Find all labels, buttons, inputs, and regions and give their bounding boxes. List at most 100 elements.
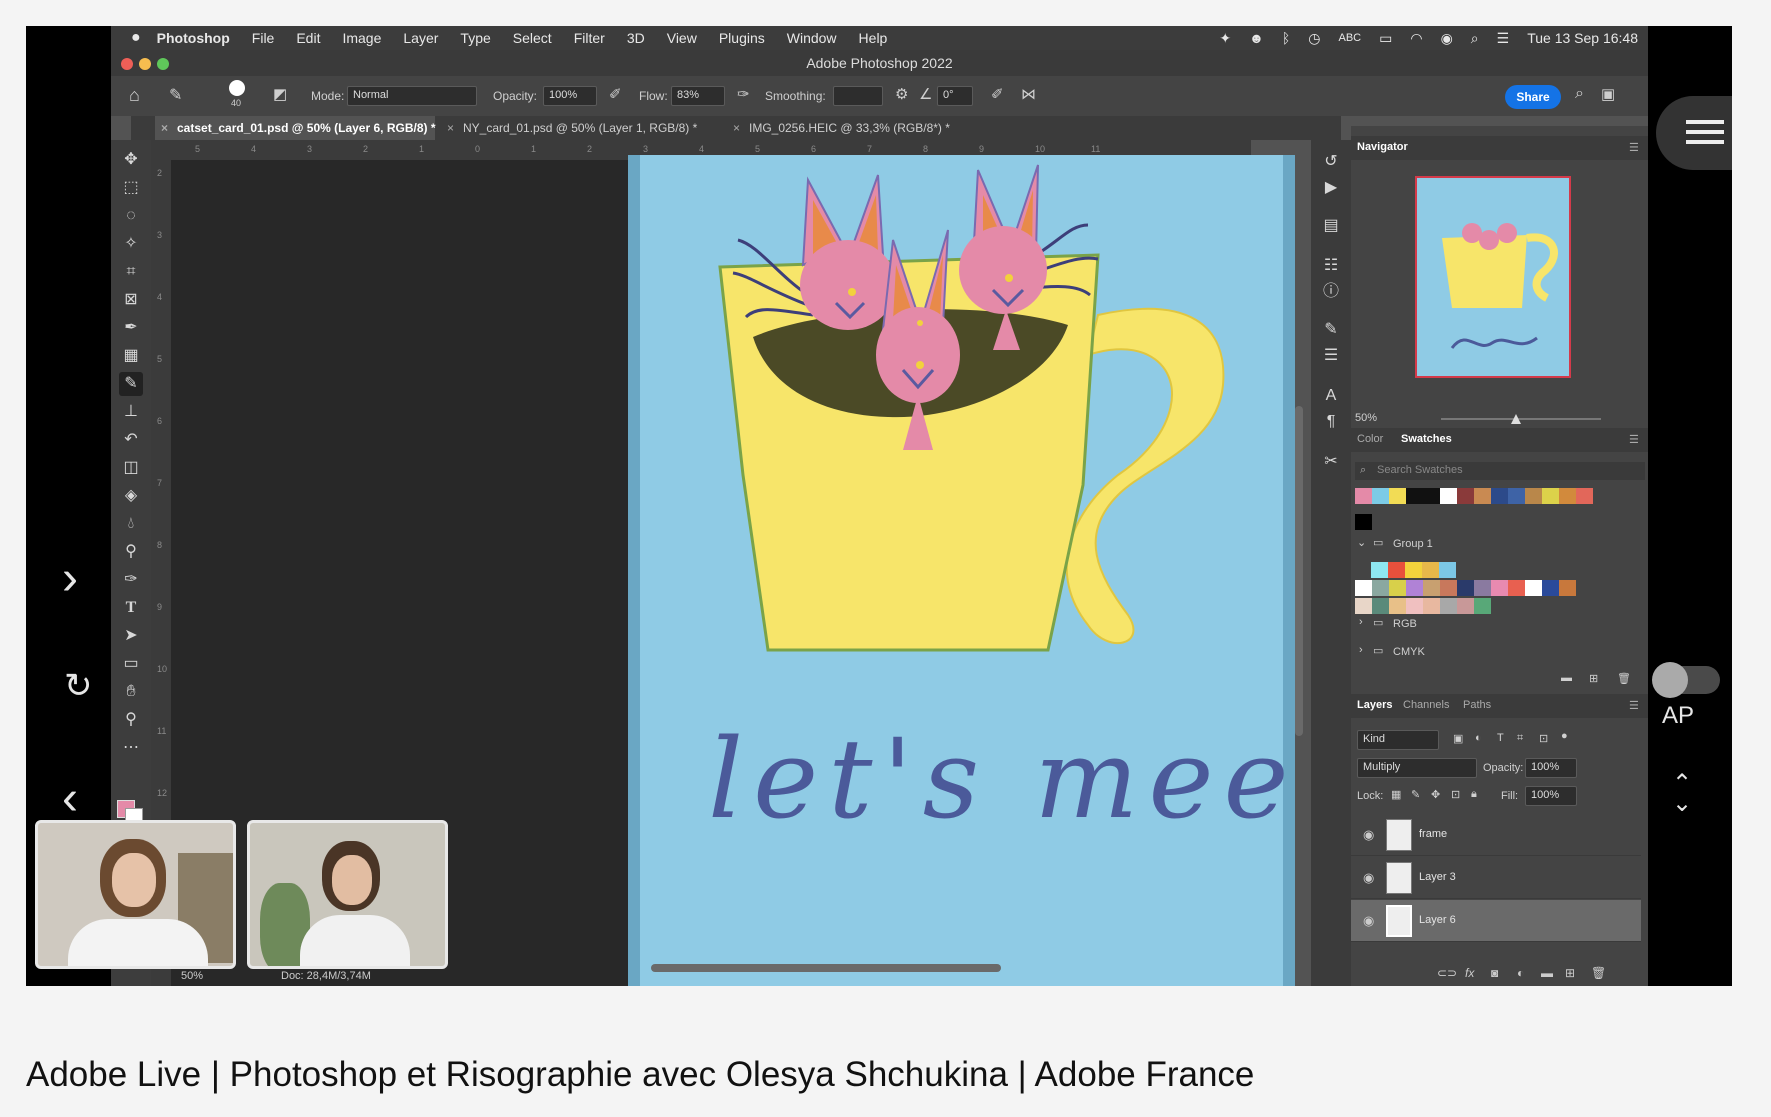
mode-select[interactable]: Normal [347,86,477,106]
color-swatch[interactable] [1423,488,1440,504]
color-swatch[interactable] [1457,598,1474,614]
color-swatch[interactable] [1406,488,1423,504]
dropbox-icon[interactable]: ✦ [1219,30,1231,47]
navigator-zoom-slider[interactable] [1441,418,1601,420]
more-tools-icon[interactable]: ⋯ [119,736,143,760]
menu-type[interactable]: Type [460,30,490,46]
swatch-folder-rgb[interactable]: RGB [1393,618,1417,630]
menu-edit[interactable]: Edit [296,30,320,46]
color-swatch[interactable] [1355,580,1372,596]
filter-toggle-icon[interactable]: ● [1561,730,1568,742]
filter-shape-icon[interactable]: ⌗ [1517,732,1523,745]
color-swatch[interactable] [1576,488,1593,504]
visibility-eye-icon[interactable]: ◉ [1363,827,1374,843]
blend-mode-select[interactable]: Multiply [1357,758,1477,778]
battery-icon[interactable]: ▭ [1379,30,1392,47]
color-swatch[interactable] [1405,562,1422,578]
brush-angle-input[interactable]: 0° [937,86,973,106]
menu-window[interactable]: Window [787,30,837,46]
color-swatch[interactable] [1542,580,1559,596]
visibility-eye-icon[interactable]: ◉ [1363,870,1374,886]
share-button[interactable]: Share [1505,85,1561,109]
menu-help[interactable]: Help [859,30,888,46]
color-swatch[interactable] [1491,580,1508,596]
new-swatch-icon[interactable]: ⊞ [1589,672,1598,685]
color-swatch[interactable] [1525,488,1542,504]
menu-filter[interactable]: Filter [574,30,605,46]
histogram-icon[interactable]: ▤ [1319,214,1343,238]
color-swatch[interactable] [1423,598,1440,614]
color-swatch[interactable] [1389,580,1406,596]
color-swatch[interactable] [1371,562,1388,578]
navigator-zoom-value[interactable]: 50% [1355,412,1377,424]
color-swatch[interactable] [1508,580,1525,596]
history-panel-icon[interactable]: ↺ [1319,150,1343,174]
character-panel-icon[interactable]: A [1319,384,1343,408]
color-swatch[interactable] [1355,488,1372,504]
adjustments-icon[interactable]: ☷ [1319,254,1343,278]
color-swatch[interactable] [1474,488,1491,504]
scissors-icon[interactable]: ✂ [1319,450,1343,474]
horizontal-scrollbar[interactable] [651,964,1001,972]
close-tab-icon[interactable]: × [161,116,168,140]
layer-name[interactable]: Layer 6 [1419,914,1456,926]
pressure-opacity-icon[interactable]: ✐ [609,85,622,103]
opacity-input[interactable]: 100% [543,86,597,106]
search-icon[interactable]: ⌕ [1575,85,1584,103]
apple-icon[interactable]: ● [131,29,141,47]
panel-menu-icon[interactable]: ☰ [1629,699,1639,712]
crop-tool-icon[interactable]: ⌗ [119,260,143,284]
filter-pixel-icon[interactable]: ▣ [1453,732,1463,745]
swatch-black[interactable] [1355,514,1372,530]
lock-artboard-icon[interactable]: ⊡ [1451,788,1460,801]
ghost-app-icon[interactable]: ☻ [1249,30,1264,46]
close-tab-icon[interactable]: × [733,116,740,140]
layer-name[interactable]: frame [1419,828,1447,840]
layer-opacity-input[interactable]: 100% [1525,758,1577,778]
color-swatch[interactable] [1372,580,1389,596]
color-swatch[interactable] [1389,598,1406,614]
lock-pixels-icon[interactable]: ✎ [1411,788,1420,801]
smoothing-input[interactable] [833,86,883,106]
wifi-icon[interactable]: ◠ [1410,30,1422,47]
time-machine-icon[interactable]: ◷ [1308,30,1320,47]
color-swatch[interactable] [1440,488,1457,504]
color-swatch[interactable] [1491,488,1508,504]
panel-menu-icon[interactable]: ☰ [1629,141,1639,154]
new-group-icon[interactable]: ▬ [1541,966,1553,980]
menu-layer[interactable]: Layer [403,30,438,46]
lasso-tool-icon[interactable]: ◌ [119,204,143,228]
rectangle-tool-icon[interactable]: ▭ [119,652,143,676]
color-swatch[interactable] [1422,562,1439,578]
lock-all-icon[interactable]: 🔒︎ [1471,788,1477,801]
color-swatch[interactable] [1406,598,1423,614]
layer-row-layer-3[interactable]: ◉ Layer 3 [1351,857,1641,899]
color-swatch[interactable] [1389,488,1406,504]
color-swatch[interactable] [1542,488,1559,504]
layer-name[interactable]: Layer 3 [1419,871,1456,883]
blur-tool-icon[interactable]: 💧︎ [119,512,143,536]
chevron-right-icon[interactable]: › [1359,616,1363,628]
tab-paths[interactable]: Paths [1463,699,1491,711]
layer-row-layer-6[interactable]: ◉ Layer 6 [1351,900,1641,942]
new-group-icon[interactable]: ▬ [1561,672,1572,684]
color-swatch[interactable] [1457,580,1474,596]
smoothing-settings-gear-icon[interactable]: ⚙ [895,85,908,103]
next-video-arrow-icon[interactable]: › [62,551,78,606]
bluetooth-icon[interactable]: ᛒ [1282,30,1290,46]
minimize-window-button[interactable] [139,58,151,70]
control-center-icon[interactable]: ☰ [1497,30,1510,47]
menu-3d[interactable]: 3D [627,30,645,46]
menu-app-name[interactable]: Photoshop [157,30,230,46]
paint-bucket-tool-icon[interactable]: ◈ [119,484,143,508]
add-mask-icon[interactable]: ◙ [1491,966,1498,980]
paragraph-panel-icon[interactable]: ¶ [1319,410,1343,434]
user-icon[interactable]: ◉ [1441,30,1453,47]
zoom-tool-icon[interactable]: ⚲ [119,708,143,732]
menu-view[interactable]: View [667,30,697,46]
video-player[interactable]: ● Photoshop File Edit Image Layer Type S… [26,26,1732,986]
tab-layers[interactable]: Layers [1357,699,1392,711]
info-icon[interactable]: ⓘ [1319,280,1343,304]
layer-filter-select[interactable]: Kind [1357,730,1439,750]
artwork-canvas[interactable]: let's meet! [628,155,1295,986]
